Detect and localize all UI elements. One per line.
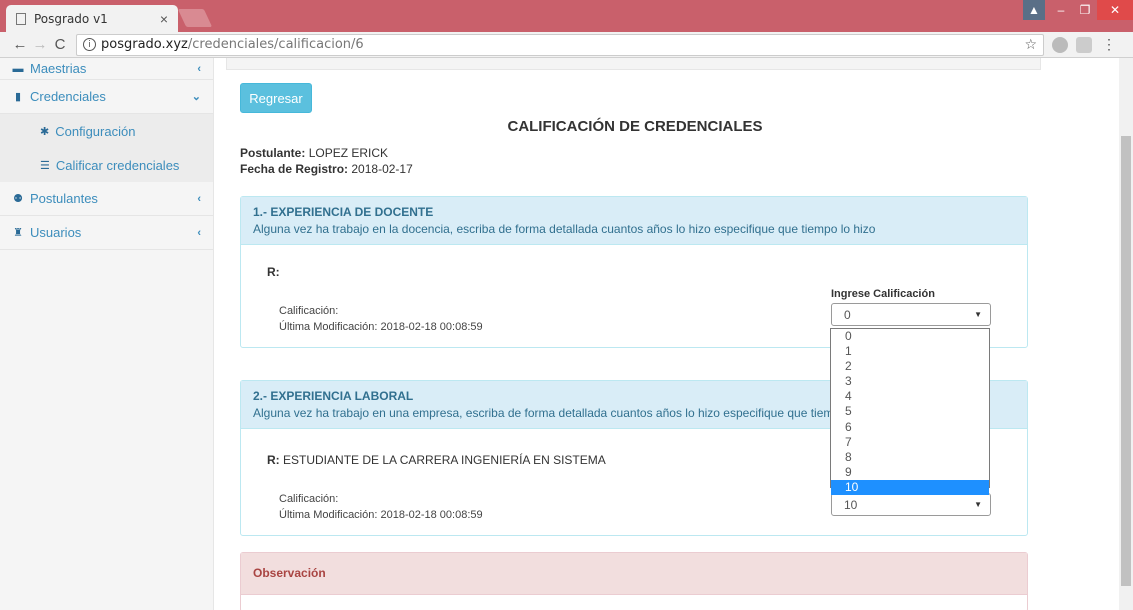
list-icon: ☰ [40, 159, 50, 172]
sidebar-subitem-label: Calificar credenciales [55, 157, 180, 173]
panel-title: 1.- EXPERIENCIA DE DOCENTE [253, 205, 434, 219]
score-label: Calificación: [279, 493, 339, 505]
pdf-extension-icon[interactable] [1076, 36, 1092, 53]
reload-icon[interactable]: C [50, 36, 70, 53]
dropdown-option[interactable]: 1 [831, 344, 989, 359]
scrollbar-thumb[interactable] [1121, 136, 1131, 586]
dropdown-option[interactable]: 0 [831, 329, 989, 344]
clipboard-icon: ▮ [14, 91, 22, 103]
panel-description: Alguna vez ha trabajo en la docencia, es… [253, 222, 876, 236]
sidebar-item-postulantes[interactable]: ⚉ Postulantes ‹ [0, 182, 213, 216]
score-info: Calificación: Última Modificación: 2018-… [279, 491, 483, 523]
score-select-value: 0 [844, 308, 851, 322]
sidebar-item-label: Maestrias [30, 61, 87, 76]
sidebar-item-usuarios[interactable]: ♜ Usuarios ‹ [0, 216, 213, 250]
dropdown-option[interactable]: 4 [831, 389, 989, 404]
url-path: /credenciales/calificacion/6 [187, 37, 364, 52]
credenciales-submenu: ✱ Configuración ☰ Calificar credenciales [0, 114, 213, 182]
sidebar: ▬ Maestrias ‹ ▮ Credenciales ⌄ ✱ Configu… [0, 58, 214, 610]
date-value: 2018-02-17 [351, 162, 413, 176]
dropdown-option[interactable]: 3 [831, 374, 989, 389]
answer-label: R: [267, 265, 280, 279]
back-icon[interactable]: ← [10, 36, 30, 53]
back-button[interactable]: Regresar [240, 83, 312, 113]
url-input[interactable]: i posgrado.xyz /credenciales/calificacio… [76, 33, 1044, 56]
window-controls: ▲ – ❐ ✕ [1023, 0, 1133, 22]
sidebar-subitem-calificar[interactable]: ☰ Calificar credenciales [0, 148, 213, 182]
forward-icon[interactable]: → [30, 36, 50, 53]
dropdown-arrow-icon: ▼ [974, 310, 982, 319]
score-select[interactable]: 0 ▼ [831, 303, 991, 326]
page-scrollbar[interactable] [1119, 58, 1133, 610]
panel-header: 1.- EXPERIENCIA DE DOCENTE Alguna vez ha… [241, 197, 1027, 245]
dropdown-option[interactable]: 10 [831, 479, 989, 496]
dropdown-option[interactable]: 8 [831, 450, 989, 465]
observation-panel: Observación [240, 552, 1028, 610]
chevron-down-icon: ⌄ [191, 91, 201, 103]
browser-tab[interactable]: Posgrado v1 × [6, 5, 178, 32]
sidebar-item-credenciales[interactable]: ▮ Credenciales ⌄ [0, 80, 213, 114]
extension-icon[interactable] [1052, 36, 1068, 53]
dropdown-option[interactable]: 6 [831, 420, 989, 435]
maximize-icon[interactable]: ❐ [1073, 0, 1097, 20]
dropdown-option[interactable]: 7 [831, 435, 989, 450]
answer: R: [267, 265, 280, 279]
answer-label: R: [267, 453, 280, 467]
dropdown-option[interactable]: 5 [831, 404, 989, 419]
chevron-left-icon: ‹ [197, 192, 201, 205]
profile-icon[interactable]: ▲ [1023, 0, 1045, 20]
user-icon: ♜ [13, 227, 23, 239]
date-label: Fecha de Registro: [240, 162, 349, 176]
score-label: Calificación: [279, 305, 339, 317]
url-host: posgrado.xyz [101, 37, 188, 52]
answer-value: ESTUDIANTE DE LA CARRERA INGENIERÍA EN S… [283, 453, 606, 467]
observation-title: Observación [241, 553, 1027, 595]
tab-close-icon[interactable]: × [160, 11, 168, 27]
score-dropdown-list[interactable]: 0 1 2 3 4 5 6 7 8 9 10 [830, 328, 990, 496]
page-icon [16, 12, 26, 25]
tab-title: Posgrado v1 [34, 11, 108, 26]
minimize-icon[interactable]: – [1049, 0, 1073, 20]
applicant-info: Postulante: LOPEZ ERICK [240, 146, 388, 160]
chevron-left-icon: ‹ [197, 62, 201, 75]
page-title: CALIFICACIÓN DE CREDENCIALES [507, 118, 763, 135]
score-select[interactable]: 10 ▼ [831, 493, 991, 516]
sidebar-item-maestrias[interactable]: ▬ Maestrias ‹ [0, 58, 213, 80]
registration-date: Fecha de Registro: 2018-02-17 [240, 162, 413, 176]
menu-kebab-icon[interactable]: ⋮ [1102, 36, 1116, 53]
score-info: Calificación: Última Modificación: 2018-… [279, 303, 483, 335]
gear-icon: ✱ [40, 125, 50, 138]
question-panel-1: 1.- EXPERIENCIA DE DOCENTE Alguna vez ha… [240, 196, 1028, 348]
browser-titlebar: Posgrado v1 × ▲ – ❐ ✕ [0, 0, 1133, 32]
sidebar-item-label: Postulantes [30, 191, 98, 206]
info-icon[interactable]: i [83, 38, 96, 51]
score-select-value: 10 [844, 498, 858, 512]
sidebar-subitem-configuracion[interactable]: ✱ Configuración [0, 114, 213, 148]
applicant-label: Postulante: [240, 146, 306, 160]
sidebar-item-label: Credenciales [30, 89, 106, 104]
applicant-value: LOPEZ ERICK [308, 146, 389, 160]
top-panel-edge [226, 58, 1041, 70]
dropdown-option[interactable]: 9 [831, 465, 989, 480]
new-tab-button[interactable] [177, 9, 213, 27]
sidebar-subitem-label: Configuración [55, 123, 136, 139]
dropdown-arrow-icon: ▼ [974, 500, 982, 509]
book-icon: ▬ [12, 62, 24, 75]
chevron-left-icon: ‹ [197, 226, 201, 239]
sidebar-item-label: Usuarios [30, 225, 82, 240]
last-modified: Última Modificación: 2018-02-18 00:08:59 [279, 321, 483, 333]
bookmark-star-icon[interactable]: ☆ [1024, 37, 1037, 53]
answer: R: ESTUDIANTE DE LA CARRERA INGENIERÍA E… [267, 453, 606, 467]
last-modified: Última Modificación: 2018-02-18 00:08:59 [279, 509, 483, 521]
dropdown-option[interactable]: 2 [831, 359, 989, 374]
close-window-icon[interactable]: ✕ [1097, 0, 1133, 20]
address-bar: ← → C i posgrado.xyz /credenciales/calif… [0, 32, 1133, 58]
users-icon: ⚉ [13, 193, 23, 205]
score-select-label: Ingrese Calificación [831, 288, 935, 300]
